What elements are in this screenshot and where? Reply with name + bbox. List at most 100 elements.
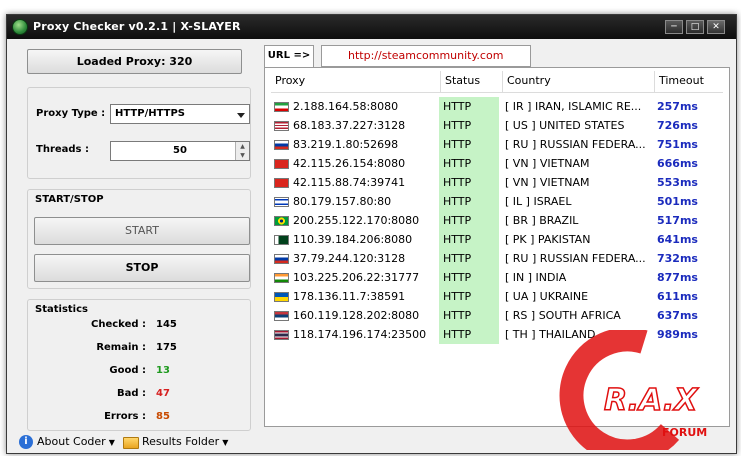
spin-down-icon[interactable]: ▼ bbox=[236, 151, 249, 160]
stat-bad-label: Bad : bbox=[116, 388, 146, 399]
table-row[interactable]: 200.255.122.170:8080 HTTP [ BR ] BRAZIL 517… bbox=[271, 211, 723, 230]
status-cell: HTTP bbox=[439, 268, 499, 287]
table-row[interactable]: 68.183.37.227:3128 HTTP [ US ] UNITED STAT… bbox=[271, 116, 723, 135]
stat-checked-label: Checked : bbox=[91, 319, 146, 330]
stat-remain-value: 175 bbox=[156, 342, 177, 353]
flag-br-icon bbox=[274, 216, 289, 226]
proxy-cell: 42.115.88.74:39741 bbox=[271, 173, 437, 192]
timeout-cell: 611ms bbox=[657, 290, 698, 303]
results-folder-label: Results Folder bbox=[142, 435, 220, 448]
chevron-down-icon bbox=[237, 113, 245, 118]
stat-remain-label: Remain : bbox=[96, 342, 146, 353]
start-button[interactable]: START bbox=[34, 217, 250, 245]
timeout-cell: 732ms bbox=[657, 252, 698, 265]
proxy-type-label: Proxy Type : bbox=[36, 108, 106, 119]
status-cell: HTTP bbox=[439, 154, 499, 173]
proxy-cell: 178.136.11.7:38591 bbox=[271, 287, 437, 306]
maximize-button[interactable]: □ bbox=[686, 20, 704, 34]
country-cell: [ UA ] UKRAINE bbox=[505, 290, 589, 303]
column-header-country[interactable]: Country bbox=[503, 71, 655, 93]
info-icon: i bbox=[19, 435, 33, 449]
country-cell: [ PK ] PAKISTAN bbox=[505, 233, 591, 246]
proxy-address: 2.188.164.58:8080 bbox=[293, 100, 399, 113]
status-cell: HTTP bbox=[439, 97, 499, 116]
stop-button[interactable]: STOP bbox=[34, 254, 250, 282]
start-stop-group: START/STOP START STOP bbox=[27, 189, 251, 289]
country-cell: [ BR ] BRAZIL bbox=[505, 214, 579, 227]
country-cell: [ US ] UNITED STATES bbox=[505, 119, 625, 132]
status-cell: HTTP bbox=[439, 192, 499, 211]
flag-in-icon bbox=[274, 273, 289, 283]
flag-il-icon bbox=[274, 197, 289, 207]
column-header-timeout[interactable]: Timeout bbox=[655, 71, 723, 93]
forum-watermark-logo: R.A.X FORUM bbox=[559, 330, 707, 450]
flag-th-icon bbox=[274, 330, 289, 340]
status-cell: HTTP bbox=[439, 230, 499, 249]
stat-bad-value: 47 bbox=[156, 388, 170, 399]
table-row[interactable]: 178.136.11.7:38591 HTTP [ UA ] UKRAINE 611m… bbox=[271, 287, 723, 306]
proxy-cell: 83.219.1.80:52698 bbox=[271, 135, 437, 154]
status-cell: HTTP bbox=[439, 306, 499, 325]
table-row[interactable]: 80.179.157.80:80 HTTP [ IL ] ISRAEL 501ms bbox=[271, 192, 723, 211]
table-row[interactable]: 2.188.164.58:8080 HTTP [ IR ] IRAN, ISLAMI… bbox=[271, 97, 723, 116]
proxy-address: 42.115.88.74:39741 bbox=[293, 176, 406, 189]
country-cell: [ RU ] RUSSIAN FEDERA... bbox=[505, 252, 646, 265]
table-row[interactable]: 37.79.244.120:3128 HTTP [ RU ] RUSSIAN FED… bbox=[271, 249, 723, 268]
flag-ru-icon bbox=[274, 140, 289, 150]
proxy-address: 103.225.206.22:31777 bbox=[293, 271, 420, 284]
flag-us-icon bbox=[274, 121, 289, 131]
status-cell: HTTP bbox=[439, 135, 499, 154]
proxy-cell: 110.39.184.206:8080 bbox=[271, 230, 437, 249]
table-row[interactable]: 42.115.88.74:39741 HTTP [ VN ] VIETNAM 553m… bbox=[271, 173, 723, 192]
minimize-button[interactable]: ─ bbox=[665, 20, 683, 34]
threads-spin-buttons[interactable]: ▲ ▼ bbox=[235, 142, 249, 160]
country-cell: [ RS ] SOUTH AFRICA bbox=[505, 309, 621, 322]
loaded-proxy-button[interactable]: Loaded Proxy: 320 bbox=[27, 49, 242, 74]
window-title: Proxy Checker v0.2.1 | X-SLAYER bbox=[33, 20, 241, 33]
timeout-cell: 553ms bbox=[657, 176, 698, 189]
country-cell: [ VN ] VIETNAM bbox=[505, 157, 590, 170]
status-cell: HTTP bbox=[439, 249, 499, 268]
about-coder-label: About Coder bbox=[37, 435, 106, 448]
table-row[interactable]: 160.119.128.202:8080 HTTP [ RS ] SOUTH AFR… bbox=[271, 306, 723, 325]
url-input[interactable]: http://steamcommunity.com bbox=[321, 45, 531, 67]
about-coder-menu[interactable]: About Coder ▼ bbox=[37, 435, 115, 448]
timeout-cell: 257ms bbox=[657, 100, 698, 113]
folder-icon bbox=[123, 437, 139, 449]
table-row[interactable]: 83.219.1.80:52698 HTTP [ RU ] RUSSIAN FEDE… bbox=[271, 135, 723, 154]
table-row[interactable]: 103.225.206.22:31777 HTTP [ IN ] INDIA 877m… bbox=[271, 268, 723, 287]
proxy-address: 160.119.128.202:8080 bbox=[293, 309, 420, 322]
dropdown-arrow-icon: ▼ bbox=[222, 438, 229, 447]
timeout-cell: 877ms bbox=[657, 271, 698, 284]
column-header-proxy[interactable]: Proxy bbox=[271, 71, 441, 93]
stat-errors-label: Errors : bbox=[104, 411, 146, 422]
close-button[interactable]: ✕ bbox=[707, 20, 725, 34]
timeout-cell: 637ms bbox=[657, 309, 698, 322]
timeout-cell: 641ms bbox=[657, 233, 698, 246]
proxy-settings-group: Proxy Type : HTTP/HTTPS Threads : 50 ▲ ▼ bbox=[27, 87, 251, 179]
settings-panel: Loaded Proxy: 320 Proxy Type : HTTP/HTTP… bbox=[7, 39, 255, 439]
watermark-sub: FORUM bbox=[662, 426, 707, 439]
url-tab[interactable]: URL => bbox=[264, 45, 314, 67]
column-header-status[interactable]: Status bbox=[441, 71, 503, 93]
proxy-type-select[interactable]: HTTP/HTTPS bbox=[110, 104, 250, 124]
statistics-group: Statistics Checked : 145 Remain : 175 Go… bbox=[27, 299, 251, 431]
proxy-cell: 2.188.164.58:8080 bbox=[271, 97, 437, 116]
spin-up-icon[interactable]: ▲ bbox=[236, 142, 249, 151]
proxy-type-value: HTTP/HTTPS bbox=[115, 108, 185, 119]
results-folder-menu[interactable]: Results Folder ▼ bbox=[142, 435, 228, 448]
table-row[interactable]: 42.115.26.154:8080 HTTP [ VN ] VIETNAM 666m… bbox=[271, 154, 723, 173]
threads-stepper[interactable]: 50 ▲ ▼ bbox=[110, 141, 250, 161]
proxy-cell: 200.255.122.170:8080 bbox=[271, 211, 437, 230]
table-row[interactable]: 110.39.184.206:8080 HTTP [ PK ] PAKISTAN 64… bbox=[271, 230, 723, 249]
country-cell: [ VN ] VIETNAM bbox=[505, 176, 590, 189]
app-globe-icon bbox=[12, 19, 28, 35]
flag-vn-icon bbox=[274, 159, 289, 169]
threads-label: Threads : bbox=[36, 144, 89, 155]
country-cell: [ IR ] IRAN, ISLAMIC RE... bbox=[505, 100, 642, 113]
proxy-cell: 103.225.206.22:31777 bbox=[271, 268, 437, 287]
stat-checked-value: 145 bbox=[156, 319, 177, 330]
status-cell: HTTP bbox=[439, 325, 499, 344]
dropdown-arrow-icon: ▼ bbox=[108, 438, 115, 447]
proxy-cell: 68.183.37.227:3128 bbox=[271, 116, 437, 135]
